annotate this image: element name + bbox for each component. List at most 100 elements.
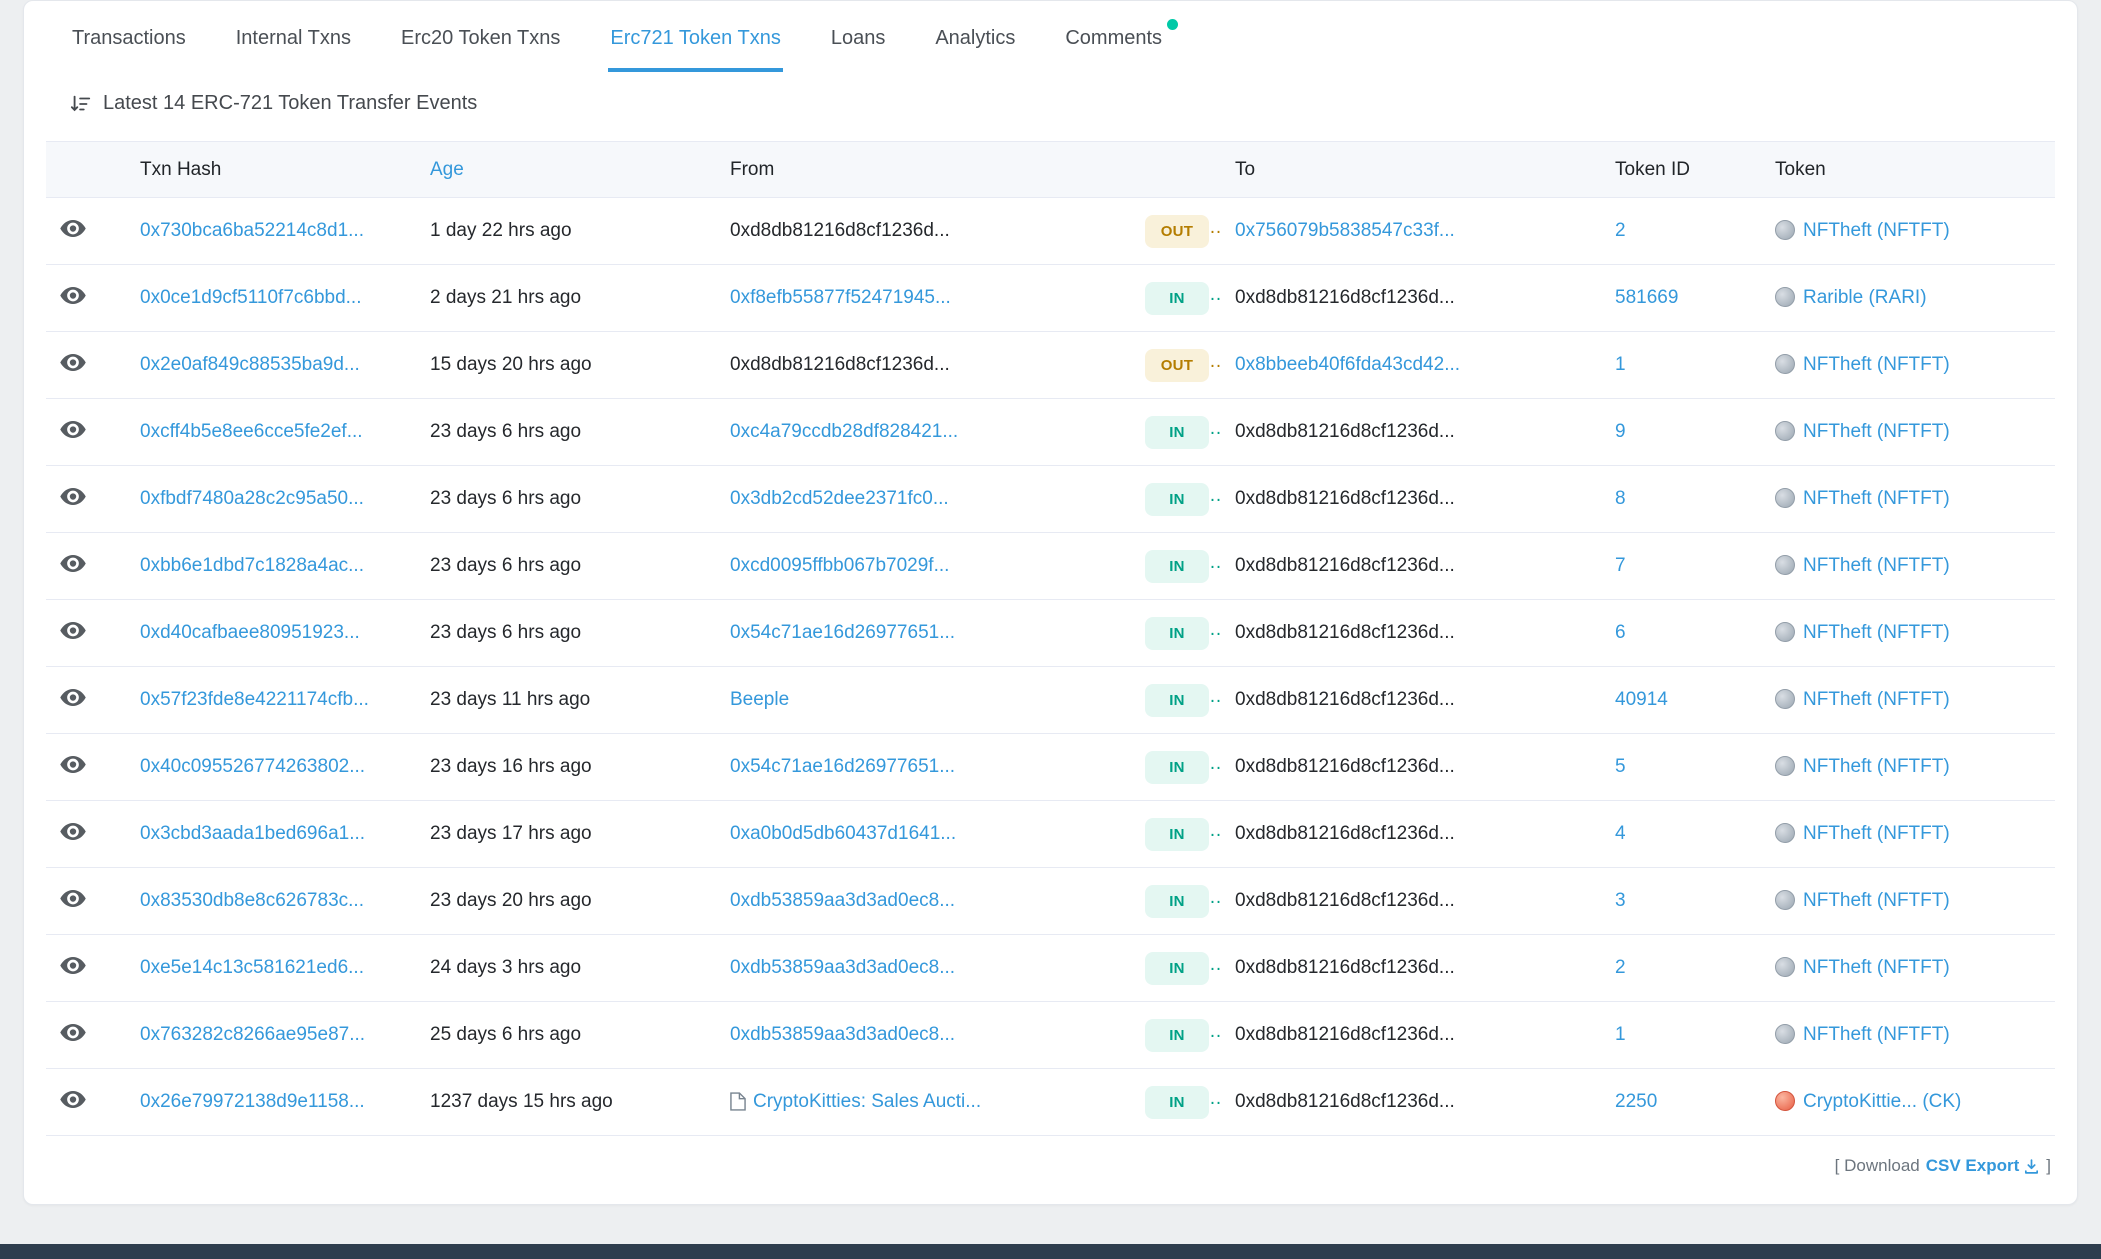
- eye-icon[interactable]: [60, 220, 86, 237]
- token-id-link[interactable]: 7: [1615, 555, 1626, 576]
- tab-analytics[interactable]: Analytics: [933, 1, 1017, 72]
- from-address-link[interactable]: 0xa0b0d5db60437d1641...: [730, 823, 956, 844]
- eye-icon[interactable]: [60, 421, 86, 438]
- token-link[interactable]: NFTheft (NFTFT): [1803, 756, 1950, 777]
- from-address-link[interactable]: Beeple: [730, 689, 789, 710]
- token-id-link[interactable]: 581669: [1615, 287, 1678, 308]
- eye-icon[interactable]: [60, 756, 86, 773]
- eye-icon[interactable]: [60, 957, 86, 974]
- token-link[interactable]: NFTheft (NFTFT): [1803, 823, 1950, 844]
- token-link[interactable]: CryptoKittie... (CK): [1803, 1091, 1961, 1112]
- to-cell: 0xd8db81216d8cf1236d...: [1221, 868, 1601, 935]
- table-row: 0xd40cafbaee80951923...23 days 6 hrs ago…: [46, 600, 2055, 667]
- eye-icon[interactable]: [60, 1024, 86, 1041]
- txn-hash-link[interactable]: 0xbb6e1dbd7c1828a4ac...: [140, 555, 364, 576]
- tab-erc20-token-txns[interactable]: Erc20 Token Txns: [399, 1, 562, 72]
- tab-transactions[interactable]: Transactions: [70, 1, 188, 72]
- txn-hash-link[interactable]: 0x57f23fde8e4221174cfb...: [140, 689, 369, 710]
- from-address-link[interactable]: 0xdb53859aa3d3ad0ec8...: [730, 890, 955, 911]
- token-link[interactable]: Rarible (RARI): [1803, 287, 1927, 308]
- txn-hash-link[interactable]: 0x3cbd3aada1bed696a1...: [140, 823, 365, 844]
- from-address-link[interactable]: CryptoKitties: Sales Aucti...: [753, 1091, 981, 1112]
- from-address-link[interactable]: 0x54c71ae16d26977651...: [730, 756, 955, 777]
- token-link[interactable]: NFTheft (NFTFT): [1803, 890, 1950, 911]
- eye-icon[interactable]: [60, 689, 86, 706]
- csv-export-link[interactable]: CSV Export: [1926, 1156, 2041, 1176]
- eye-icon[interactable]: [60, 555, 86, 572]
- txn-hash-link[interactable]: 0xd40cafbaee80951923...: [140, 622, 360, 643]
- txn-hash-link[interactable]: 0x0ce1d9cf5110f7c6bbd...: [140, 287, 362, 308]
- token-id-cell: 7: [1601, 533, 1761, 600]
- token-id-link[interactable]: 2: [1615, 220, 1626, 241]
- age-cell: 23 days 6 hrs ago: [416, 533, 716, 600]
- column-header-age[interactable]: Age: [416, 142, 716, 198]
- eye-icon[interactable]: [60, 488, 86, 505]
- from-cell: CryptoKitties: Sales Aucti...: [716, 1069, 1131, 1136]
- token-link[interactable]: NFTheft (NFTFT): [1803, 1024, 1950, 1045]
- to-cell: 0xd8db81216d8cf1236d...: [1221, 734, 1601, 801]
- from-address-link[interactable]: 0xdb53859aa3d3ad0ec8...: [730, 957, 955, 978]
- eye-icon[interactable]: [60, 622, 86, 639]
- txn-hash-link[interactable]: 0xe5e14c13c581621ed6...: [140, 957, 364, 978]
- eye-icon[interactable]: [60, 354, 86, 371]
- token-link[interactable]: NFTheft (NFTFT): [1803, 354, 1950, 375]
- eye-icon[interactable]: [60, 1091, 86, 1108]
- tab-comments[interactable]: Comments: [1063, 1, 1164, 72]
- token-link[interactable]: NFTheft (NFTFT): [1803, 220, 1950, 241]
- txn-hash-cell: 0xfbdf7480a28c2c95a50...: [126, 466, 416, 533]
- token-link[interactable]: NFTheft (NFTFT): [1803, 421, 1950, 442]
- tab-erc721-token-txns[interactable]: Erc721 Token Txns: [608, 1, 782, 72]
- from-address-link[interactable]: 0xf8efb55877f52471945...: [730, 287, 951, 308]
- txn-hash-link[interactable]: 0xcff4b5e8ee6cce5fe2ef...: [140, 421, 363, 442]
- token-id-link[interactable]: 6: [1615, 622, 1626, 643]
- txn-hash-link[interactable]: 0x26e79972138d9e1158...: [140, 1091, 365, 1112]
- token-icon: [1775, 488, 1795, 508]
- txn-hash-link[interactable]: 0x2e0af849c88535ba9d...: [140, 354, 360, 375]
- to-cell: 0xd8db81216d8cf1236d...: [1221, 265, 1601, 332]
- to-address-link[interactable]: 0x8bbeeb40f6fda43cd42...: [1235, 354, 1460, 375]
- eye-icon[interactable]: [60, 287, 86, 304]
- eye-cell: [46, 801, 126, 868]
- from-address-link[interactable]: 0xcd0095ffbb067b7029f...: [730, 555, 949, 576]
- token-icon: [1775, 622, 1795, 642]
- token-id-link[interactable]: 3: [1615, 890, 1626, 911]
- token-id-link[interactable]: 2: [1615, 957, 1626, 978]
- token-id-link[interactable]: 8: [1615, 488, 1626, 509]
- token-id-link[interactable]: 2250: [1615, 1091, 1657, 1112]
- eye-icon[interactable]: [60, 823, 86, 840]
- txn-hash-cell: 0x3cbd3aada1bed696a1...: [126, 801, 416, 868]
- tab-loans[interactable]: Loans: [829, 1, 888, 72]
- txn-hash-cell: 0x26e79972138d9e1158...: [126, 1069, 416, 1136]
- eye-cell: [46, 399, 126, 466]
- tab-internal-txns[interactable]: Internal Txns: [234, 1, 353, 72]
- token-link[interactable]: NFTheft (NFTFT): [1803, 689, 1950, 710]
- direction-badge: IN: [1145, 684, 1209, 717]
- txn-hash-link[interactable]: 0x730bca6ba52214c8d1...: [140, 220, 364, 241]
- token-id-link[interactable]: 40914: [1615, 689, 1668, 710]
- to-address-link[interactable]: 0x756079b5838547c33f...: [1235, 220, 1455, 241]
- txn-hash-link[interactable]: 0xfbdf7480a28c2c95a50...: [140, 488, 364, 509]
- from-address-link[interactable]: 0x54c71ae16d26977651...: [730, 622, 955, 643]
- direction-cell: IN: [1131, 734, 1221, 801]
- token-id-link[interactable]: 9: [1615, 421, 1626, 442]
- age-cell: 24 days 3 hrs ago: [416, 935, 716, 1002]
- eye-icon[interactable]: [60, 890, 86, 907]
- token-link[interactable]: NFTheft (NFTFT): [1803, 622, 1950, 643]
- from-address-link[interactable]: 0xdb53859aa3d3ad0ec8...: [730, 1024, 955, 1045]
- token-icon: [1775, 957, 1795, 977]
- token-id-link[interactable]: 5: [1615, 756, 1626, 777]
- token-id-link[interactable]: 4: [1615, 823, 1626, 844]
- txn-hash-link[interactable]: 0x763282c8266ae95e87...: [140, 1024, 365, 1045]
- from-address-link[interactable]: 0xc4a79ccdb28df828421...: [730, 421, 958, 442]
- token-link[interactable]: NFTheft (NFTFT): [1803, 488, 1950, 509]
- txn-hash-link[interactable]: 0x83530db8e8c626783c...: [140, 890, 364, 911]
- token-cell: NFTheft (NFTFT): [1761, 332, 2055, 399]
- token-link[interactable]: NFTheft (NFTFT): [1803, 555, 1950, 576]
- txn-hash-link[interactable]: 0x40c095526774263802...: [140, 756, 365, 777]
- direction-cell: IN: [1131, 399, 1221, 466]
- token-id-cell: 581669: [1601, 265, 1761, 332]
- token-id-link[interactable]: 1: [1615, 354, 1626, 375]
- token-id-link[interactable]: 1: [1615, 1024, 1626, 1045]
- token-link[interactable]: NFTheft (NFTFT): [1803, 957, 1950, 978]
- from-address-link[interactable]: 0x3db2cd52dee2371fc0...: [730, 488, 949, 509]
